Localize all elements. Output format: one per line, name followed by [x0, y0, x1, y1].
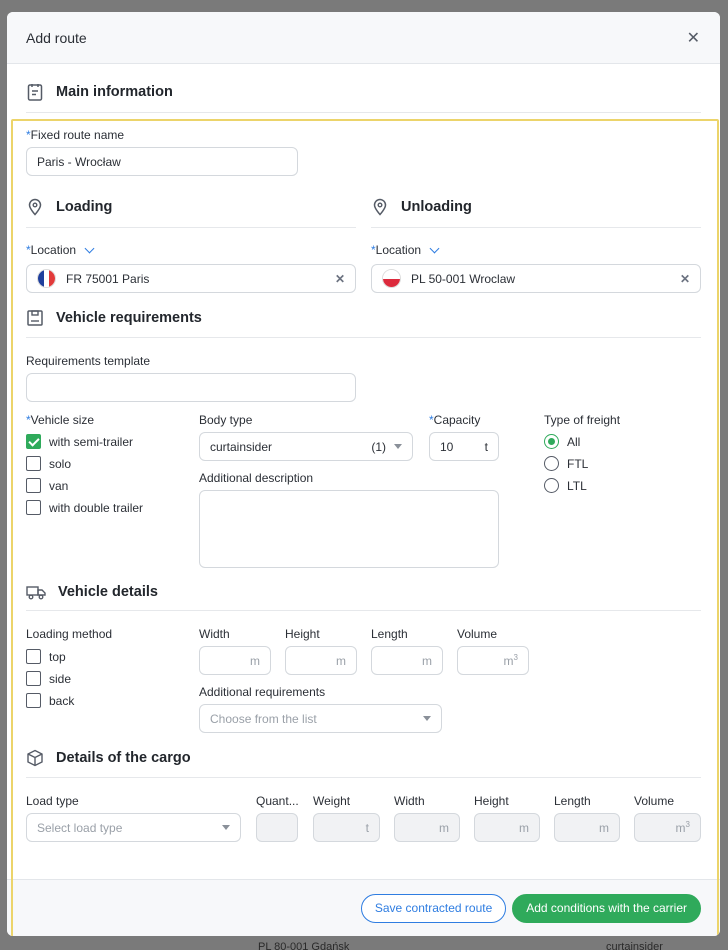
- chevron-down-icon: [423, 716, 431, 721]
- section-vehicle-details: Vehicle details: [26, 583, 158, 601]
- divider: [26, 777, 701, 778]
- document-icon: [27, 84, 43, 101]
- chevron-down-icon[interactable]: [84, 243, 95, 254]
- backdrop-text-right: curtainsider: [606, 941, 663, 950]
- save-contracted-route-button[interactable]: Save contracted route: [360, 893, 507, 923]
- cargo-volume-input[interactable]: m3: [634, 813, 701, 842]
- cargo-length-input[interactable]: m: [554, 813, 620, 842]
- add-route-modal: Add route ✕ Main information *Fixed rout…: [7, 12, 720, 936]
- truck-icon: [26, 586, 46, 600]
- vehicle-volume-label: Volume: [457, 627, 498, 641]
- additional-requirements-select[interactable]: Choose from the list: [199, 704, 442, 733]
- cargo-length-label: Length: [554, 794, 591, 808]
- section-vehicle-requirements: Vehicle requirements: [26, 309, 202, 327]
- modal-title: Add route: [26, 29, 87, 46]
- divider: [371, 227, 701, 228]
- cargo-height-input[interactable]: m: [474, 813, 540, 842]
- section-title: Main information: [56, 84, 173, 100]
- capacity-label: *Capacity: [429, 413, 481, 427]
- location-pin-icon: [28, 198, 42, 216]
- package-icon: [27, 749, 43, 767]
- chevron-down-icon[interactable]: [429, 243, 440, 254]
- vehicle-size-van-checkbox[interactable]: van: [26, 478, 68, 493]
- modal-header: Add route ✕: [7, 12, 720, 64]
- backdrop-text: PL 80-001 Gdańsk: [258, 941, 350, 950]
- fixed-route-label: *Fixed route name: [26, 128, 125, 142]
- freight-all-radio[interactable]: All: [544, 434, 580, 449]
- unloading-location-label[interactable]: *Location: [371, 243, 440, 257]
- load-type-label: Load type: [26, 794, 79, 808]
- poland-flag-icon: [382, 269, 401, 288]
- cargo-volume-label: Volume: [634, 794, 675, 808]
- freight-type-label: Type of freight: [544, 413, 621, 427]
- vehicle-length-input[interactable]: m: [371, 646, 443, 675]
- loading-method-back-checkbox[interactable]: back: [26, 693, 74, 708]
- fixed-route-name-input[interactable]: Paris - Wrocław: [26, 147, 298, 176]
- vehicle-height-label: Height: [285, 627, 320, 641]
- cargo-width-input[interactable]: m: [394, 813, 460, 842]
- additional-description-label: Additional description: [199, 471, 314, 485]
- vehicle-size-solo-checkbox[interactable]: solo: [26, 456, 71, 471]
- loading-method-side-checkbox[interactable]: side: [26, 671, 71, 686]
- additional-requirements-label: Additional requirements: [199, 685, 326, 699]
- section-unloading: Unloading: [371, 198, 472, 216]
- requirements-template-label: Requirements template: [26, 354, 151, 368]
- section-main-information: Main information: [26, 83, 173, 101]
- cargo-weight-label: Weight: [313, 794, 351, 808]
- loading-location-label[interactable]: *Location: [26, 243, 95, 257]
- divider: [26, 610, 701, 611]
- clear-icon[interactable]: ✕: [680, 272, 690, 286]
- quantity-input[interactable]: [256, 813, 298, 842]
- section-loading: Loading: [26, 198, 112, 216]
- freight-ltl-radio[interactable]: LTL: [544, 478, 587, 493]
- close-icon[interactable]: ✕: [687, 28, 700, 48]
- loading-method-top-checkbox[interactable]: top: [26, 649, 66, 664]
- vehicle-volume-input[interactable]: m3: [457, 646, 529, 675]
- freight-ftl-radio[interactable]: FTL: [544, 456, 588, 471]
- vehicle-length-label: Length: [371, 627, 408, 641]
- france-flag-icon: [37, 269, 56, 288]
- divider: [26, 112, 701, 113]
- modal-footer: Save contracted route Add conditions wit…: [7, 879, 720, 936]
- vehicle-width-label: Width: [199, 627, 230, 641]
- vehicle-size-label: *Vehicle size: [26, 413, 95, 427]
- unloading-location-input[interactable]: PL 50-001 Wroclaw ✕: [371, 264, 701, 293]
- section-cargo-details: Details of the cargo: [26, 749, 191, 767]
- clear-icon[interactable]: ✕: [335, 272, 345, 286]
- cargo-height-label: Height: [474, 794, 509, 808]
- vehicle-width-input[interactable]: m: [199, 646, 271, 675]
- loading-location-input[interactable]: FR 75001 Paris ✕: [26, 264, 356, 293]
- additional-description-textarea[interactable]: [199, 490, 499, 568]
- add-conditions-button[interactable]: Add conditions with the carrier: [512, 893, 701, 923]
- body-type-select[interactable]: curtainsider (1): [199, 432, 413, 461]
- requirements-template-input[interactable]: [26, 373, 356, 402]
- vehicle-height-input[interactable]: m: [285, 646, 357, 675]
- quantity-label: Quant...: [256, 794, 299, 808]
- vehicle-size-semi-trailer-checkbox[interactable]: with semi-trailer: [26, 434, 133, 449]
- chevron-down-icon: [222, 825, 230, 830]
- capacity-input[interactable]: 10 t: [429, 432, 499, 461]
- clipboard-icon: [27, 310, 43, 326]
- loading-method-label: Loading method: [26, 627, 113, 641]
- divider: [26, 337, 701, 338]
- vehicle-size-double-trailer-checkbox[interactable]: with double trailer: [26, 500, 143, 515]
- cargo-width-label: Width: [394, 794, 425, 808]
- divider: [26, 227, 356, 228]
- cargo-weight-input[interactable]: t: [313, 813, 380, 842]
- load-type-select[interactable]: Select load type: [26, 813, 241, 842]
- body-type-label: Body type: [199, 413, 253, 427]
- chevron-down-icon: [394, 444, 402, 449]
- location-pin-icon: [373, 198, 387, 216]
